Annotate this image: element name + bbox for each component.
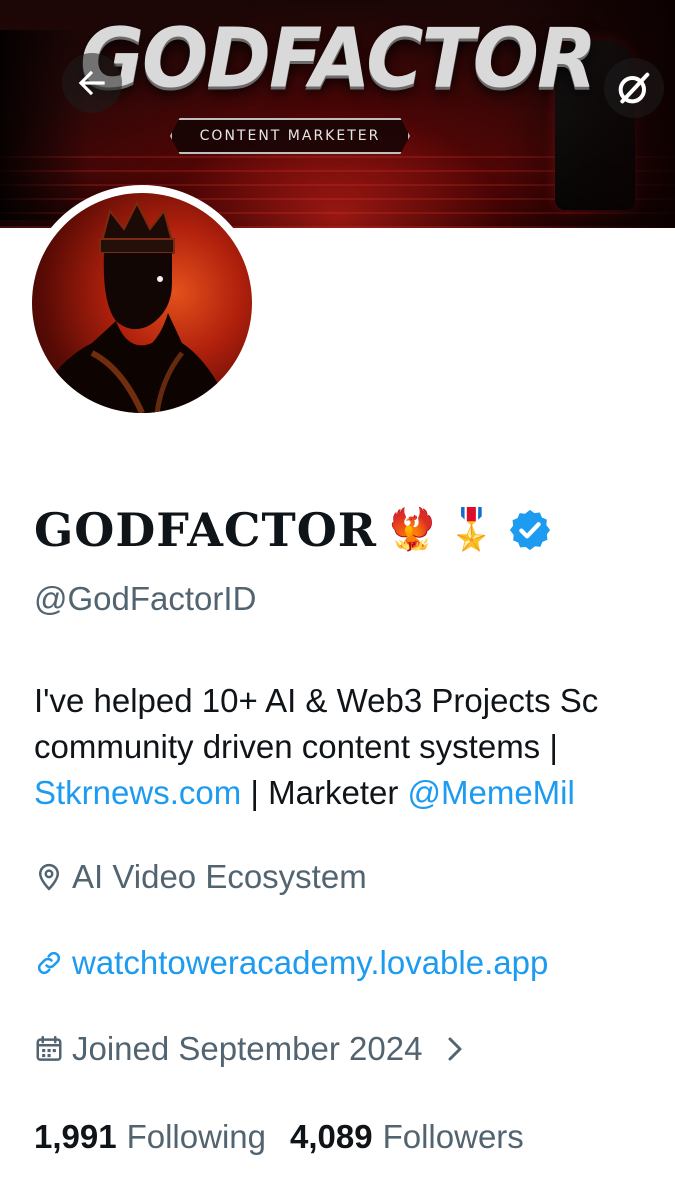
profile-joined-date[interactable]: Joined September 2024	[34, 1030, 470, 1068]
followers-label: Followers	[382, 1118, 524, 1155]
avatar[interactable]	[24, 185, 260, 421]
avatar-image	[32, 193, 252, 413]
grok-icon	[618, 72, 650, 104]
link-icon	[37, 951, 61, 975]
verified-badge-icon[interactable]	[507, 507, 553, 553]
display-name-row: GODFACTOR 🐦‍🔥 🎖️	[34, 500, 553, 560]
followers-count: 4,089	[290, 1118, 373, 1155]
bio-line-1: I've helped 10+ AI & Web3 Projects Sc	[34, 682, 599, 719]
banner-subtitle: CONTENT MARKETER	[199, 128, 381, 144]
arrow-left-icon	[78, 70, 105, 96]
location-text: AI Video Ecosystem	[72, 858, 367, 895]
bio-line-3-text: | Marketer	[241, 774, 408, 811]
joined-text: Joined September 2024	[72, 1030, 423, 1067]
bio-link-stkrnews[interactable]: Stkrnews.com	[34, 774, 241, 811]
bio-mention-mememil[interactable]: @MemeMil	[408, 774, 575, 811]
bio-line-2: community driven content systems |	[34, 728, 558, 765]
followers-link[interactable]: 4,089 Followers	[290, 1118, 524, 1156]
phoenix-emoji: 🐦‍🔥	[387, 508, 437, 552]
location-pin-icon	[38, 863, 60, 891]
following-link[interactable]: 1,991 Following	[34, 1118, 266, 1156]
medal-emoji: 🎖️	[446, 508, 497, 552]
display-name: GODFACTOR	[34, 503, 378, 557]
bio-line-3: Stkrnews.com | Marketer @MemeMil	[34, 770, 675, 816]
website-link[interactable]: watchtoweracademy.lovable.app	[72, 944, 548, 982]
grok-button[interactable]	[604, 58, 664, 118]
profile-location: AI Video Ecosystem	[34, 858, 367, 896]
calendar-icon	[36, 1035, 62, 1061]
profile-bio: I've helped 10+ AI & Web3 Projects Sc co…	[34, 678, 675, 816]
follow-stats: 1,991 Following 4,089 Followers	[34, 1118, 524, 1156]
king-silhouette-illustration	[32, 200, 232, 413]
banner-subtitle-plate: CONTENT MARKETER	[170, 118, 410, 154]
chevron-right-icon	[448, 1037, 462, 1061]
profile-website[interactable]: watchtoweracademy.lovable.app	[34, 944, 548, 982]
user-handle: @GodFactorID	[34, 580, 257, 617]
following-label: Following	[126, 1118, 266, 1155]
following-count: 1,991	[34, 1118, 117, 1155]
back-button[interactable]	[62, 53, 122, 113]
